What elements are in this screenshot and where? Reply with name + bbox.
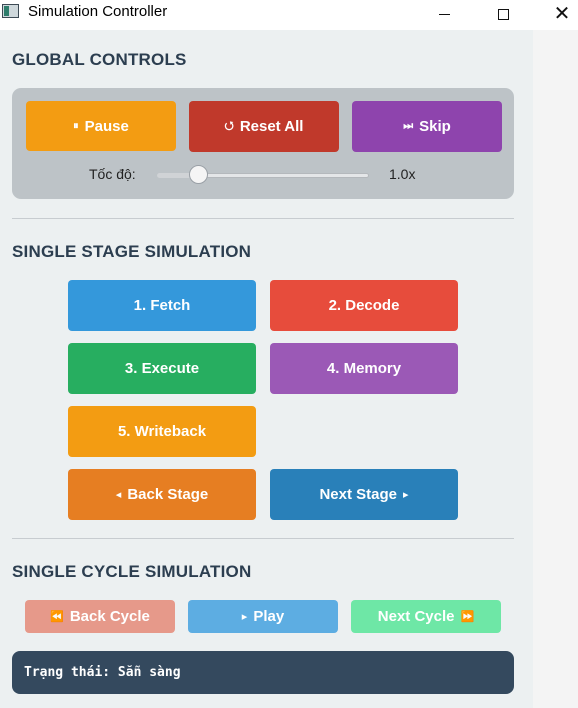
app-icon	[2, 4, 19, 18]
skip-button[interactable]: ⏭ Skip	[352, 101, 502, 152]
play-label: Play	[253, 608, 285, 625]
close-icon: ✕	[553, 3, 571, 25]
next-cycle-button[interactable]: Next Cycle ⏩	[351, 600, 501, 633]
writeback-button[interactable]: 5. Writeback	[68, 406, 256, 457]
single-cycle-heading: SINGLE CYCLE SIMULATION	[12, 562, 252, 581]
single-stage-heading: SINGLE STAGE SIMULATION	[12, 242, 252, 261]
speed-label: Tốc độ:	[89, 166, 136, 182]
reset-icon: ⭯	[224, 120, 234, 132]
back-cycle-label: Back Cycle	[69, 608, 150, 625]
reset-all-label: Reset All	[239, 118, 304, 135]
rewind-icon: ⏪	[50, 611, 64, 623]
title-bar: Simulation Controller ✕	[0, 0, 578, 30]
section-divider	[12, 218, 514, 219]
maximize-icon	[497, 8, 509, 20]
window-background	[533, 30, 578, 708]
pause-label: Pause	[84, 117, 129, 135]
minimize-button[interactable]	[421, 0, 467, 28]
next-cycle-label: Next Cycle	[377, 608, 455, 625]
next-stage-icon: ▸	[403, 489, 409, 501]
play-icon: ▸	[241, 611, 248, 623]
status-bar: Trạng thái: Sẵn sàng	[12, 651, 514, 694]
next-stage-button[interactable]: Next Stage ▸	[270, 469, 458, 520]
fast-forward-icon: ⏩	[460, 611, 475, 623]
back-stage-label: Back Stage	[127, 486, 209, 503]
skip-label: Skip	[419, 118, 451, 135]
minimize-icon	[438, 13, 450, 15]
back-stage-button[interactable]: ◂ Back Stage	[68, 469, 256, 520]
speed-value: 1.0x	[389, 166, 416, 182]
skip-icon: ⏭	[403, 120, 414, 132]
play-button[interactable]: ▸ Play	[188, 600, 338, 633]
execute-button[interactable]: 3. Execute	[68, 343, 256, 394]
pause-icon: ⏸	[73, 119, 79, 132]
reset-all-button[interactable]: ⭯ Reset All	[189, 101, 339, 152]
next-stage-label: Next Stage	[319, 486, 397, 503]
window-title: Simulation Controller	[28, 3, 168, 20]
memory-button[interactable]: 4. Memory	[270, 343, 458, 394]
section-divider	[12, 538, 514, 539]
speed-slider-handle[interactable]	[189, 165, 208, 184]
back-stage-icon: ◂	[115, 489, 122, 501]
maximize-button[interactable]	[480, 0, 526, 28]
back-cycle-button[interactable]: ⏪ Back Cycle	[25, 600, 175, 633]
status-text: Trạng thái: Sẵn sàng	[24, 665, 181, 680]
fetch-button[interactable]: 1. Fetch	[68, 280, 256, 331]
close-button[interactable]: ✕	[539, 0, 578, 28]
pause-button[interactable]: ⏸ Pause	[26, 101, 176, 151]
decode-button[interactable]: 2. Decode	[270, 280, 458, 331]
global-controls-heading: GLOBAL CONTROLS	[12, 50, 187, 69]
